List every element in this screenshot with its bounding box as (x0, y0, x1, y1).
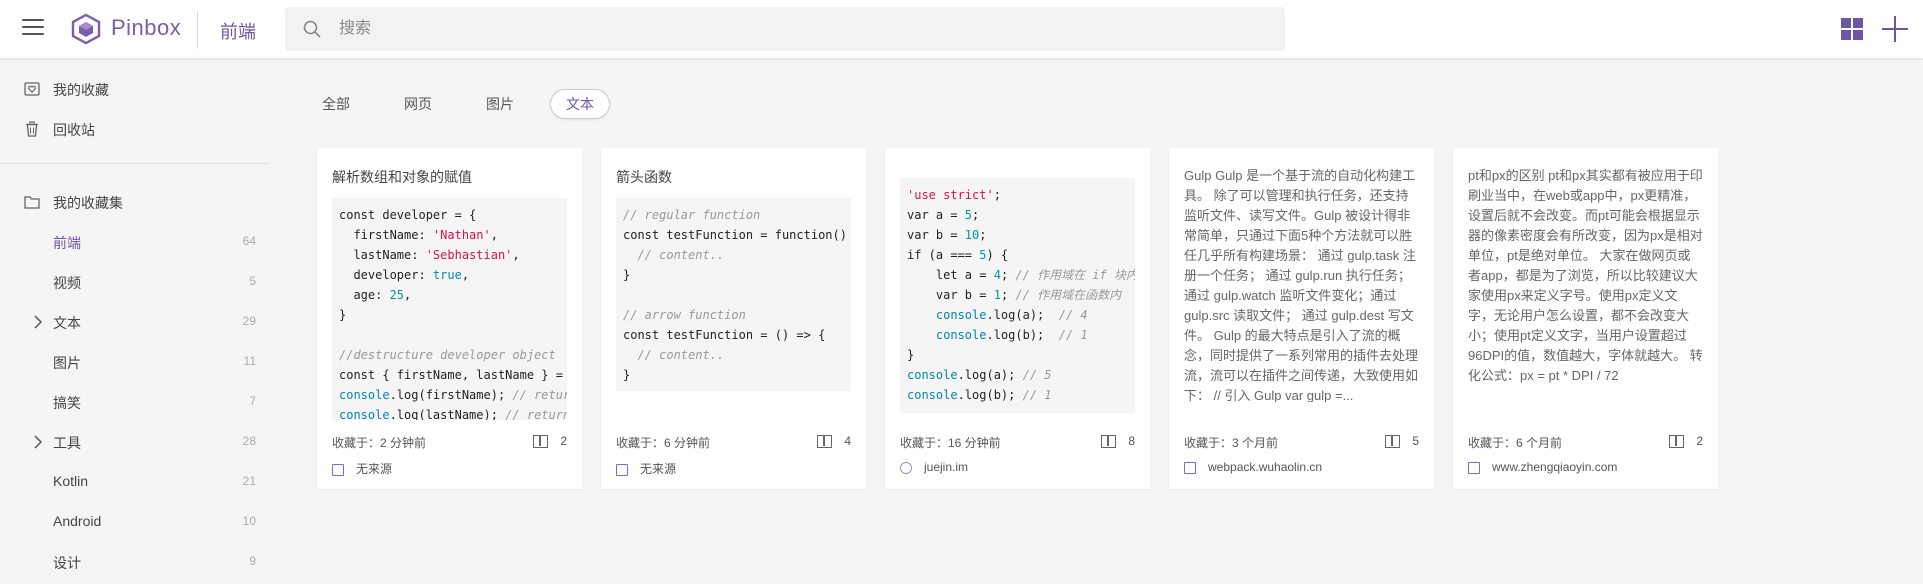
tab-webpages[interactable]: 网页 (389, 89, 447, 119)
collection-count[interactable]: 2 (1669, 434, 1703, 449)
grid-view-icon[interactable] (1841, 18, 1864, 41)
book-icon (1669, 435, 1685, 449)
sidebar-folder-funny[interactable]: 搞笑 7 (0, 382, 268, 422)
folder-label: 文本 (53, 315, 81, 331)
folder-count: 21 (242, 474, 256, 488)
bookmark-card[interactable]: Gulp Gulp 是一个基于流的自动化构建工具。 除了可以管理和执行任务，还支… (1169, 148, 1434, 489)
card-title: 解析数组和对象的赋值 (332, 169, 472, 185)
source-icon (1184, 461, 1196, 474)
saved-time: 收藏于：2 分钟前 (332, 436, 427, 450)
sidebar-folder-frontend[interactable]: 前端 64 (0, 222, 268, 262)
search-bar (285, 7, 1285, 51)
folder-label: Android (53, 513, 102, 529)
add-bookmark-icon[interactable] (1882, 16, 1908, 42)
search-icon (303, 20, 321, 38)
book-icon (1101, 435, 1117, 449)
sidebar-divider (0, 163, 268, 164)
bookmark-card[interactable]: 'use strict'; var a = 5; var b = 10; if … (885, 148, 1150, 489)
saved-time: 收藏于：3 个月前 (1184, 436, 1279, 450)
sidebar-folder-design[interactable]: 设计 9 (0, 542, 268, 582)
code-snippet: // regular function const testFunction =… (616, 198, 851, 391)
tab-text[interactable]: 文本 (550, 89, 610, 119)
globe-icon (900, 461, 912, 474)
text-excerpt: pt和px的区别 pt和px其实都有被应用于印刷业当中，在web或app中，px… (1468, 168, 1703, 383)
folder-icon (24, 196, 40, 209)
saved-time: 收藏于：6 个月前 (1468, 436, 1563, 450)
source-link[interactable]: 无来源 (616, 460, 676, 477)
folder-label: 工具 (53, 435, 81, 451)
sidebar-folder-tools[interactable]: 工具 28 (0, 422, 268, 462)
collection-count[interactable]: 4 (817, 434, 851, 449)
folder-label: 视频 (53, 275, 81, 291)
card-title: 箭头函数 (616, 169, 672, 185)
folder-count: 7 (249, 394, 256, 408)
current-folder-title: 前端 (220, 22, 256, 42)
sidebar-folder-video[interactable]: 视频 5 (0, 262, 268, 302)
source-link[interactable]: 无来源 (332, 460, 392, 477)
brand-name[interactable]: Pinbox (111, 15, 181, 41)
search-input[interactable] (339, 7, 1269, 51)
source-link[interactable]: webpack.wuhaolin.cn (1184, 460, 1322, 474)
sidebar-folder-android[interactable]: Android 10 (0, 502, 268, 542)
sidebar-folder-text[interactable]: 文本 29 (0, 302, 268, 342)
saved-time: 收藏于：6 分钟前 (616, 436, 711, 450)
collection-count[interactable]: 5 (1385, 434, 1419, 449)
top-bar: Pinbox 前端 (0, 0, 1923, 59)
source-link[interactable]: juejin.im (900, 460, 968, 474)
book-icon (817, 435, 833, 449)
pinbox-logo-icon (71, 13, 101, 45)
trash-icon (26, 121, 38, 137)
bookmark-card[interactable]: 解析数组和对象的赋值 const developer = { firstName… (317, 148, 582, 489)
folder-count: 9 (249, 554, 256, 568)
folder-label: 设计 (53, 555, 81, 571)
folder-count: 11 (243, 354, 256, 368)
folder-count: 28 (242, 434, 256, 448)
tab-images[interactable]: 图片 (471, 89, 529, 119)
heart-icon (24, 82, 40, 96)
sidebar-folder-kotlin[interactable]: Kotlin 21 (0, 462, 268, 502)
chevron-right-icon[interactable] (33, 435, 43, 449)
source-link[interactable]: www.zhengqiaoyin.com (1468, 460, 1617, 474)
tab-all[interactable]: 全部 (307, 89, 365, 119)
sidebar: 我的收藏 回收站 我的收藏集 前端 64 视频 5 文本 29 图片 11 搞笑 (0, 59, 268, 584)
sidebar-item-label: 回收站 (53, 122, 95, 138)
sidebar-item-collections[interactable]: 我的收藏集 (0, 182, 268, 222)
bookmark-card[interactable]: pt和px的区别 pt和px其实都有被应用于印刷业当中，在web或app中，px… (1453, 148, 1718, 489)
source-icon (1468, 461, 1480, 474)
source-icon (616, 463, 628, 476)
sidebar-item-label: 我的收藏 (53, 82, 109, 98)
sidebar-item-trash[interactable]: 回收站 (0, 109, 268, 149)
bookmark-card[interactable]: 箭头函数 // regular function const testFunct… (601, 148, 866, 489)
collection-count[interactable]: 2 (533, 434, 567, 449)
folder-count: 64 (242, 234, 256, 248)
brand-divider (197, 11, 198, 49)
folder-label: 图片 (53, 355, 81, 371)
book-icon (533, 435, 549, 449)
code-snippet: const developer = { firstName: 'Nathan',… (332, 198, 567, 420)
collection-count[interactable]: 8 (1101, 434, 1135, 449)
sidebar-item-label: 我的收藏集 (53, 195, 123, 211)
saved-time: 收藏于：16 分钟前 (900, 436, 1001, 450)
text-excerpt: Gulp Gulp 是一个基于流的自动化构建工具。 除了可以管理和执行任务，还支… (1184, 168, 1419, 402)
sidebar-item-favorites[interactable]: 我的收藏 (0, 69, 268, 109)
source-icon (332, 463, 344, 476)
chevron-right-icon[interactable] (33, 315, 43, 329)
code-snippet: 'use strict'; var a = 5; var b = 10; if … (900, 178, 1135, 413)
folder-count: 29 (242, 314, 256, 328)
book-icon (1385, 435, 1401, 449)
sidebar-folder-images[interactable]: 图片 11 (0, 342, 268, 382)
folder-label: Kotlin (53, 473, 89, 489)
folder-label: 搞笑 (53, 395, 81, 411)
menu-icon[interactable] (22, 19, 44, 37)
folder-count: 10 (242, 514, 256, 528)
folder-label: 前端 (53, 235, 81, 251)
folder-count: 5 (249, 274, 256, 288)
